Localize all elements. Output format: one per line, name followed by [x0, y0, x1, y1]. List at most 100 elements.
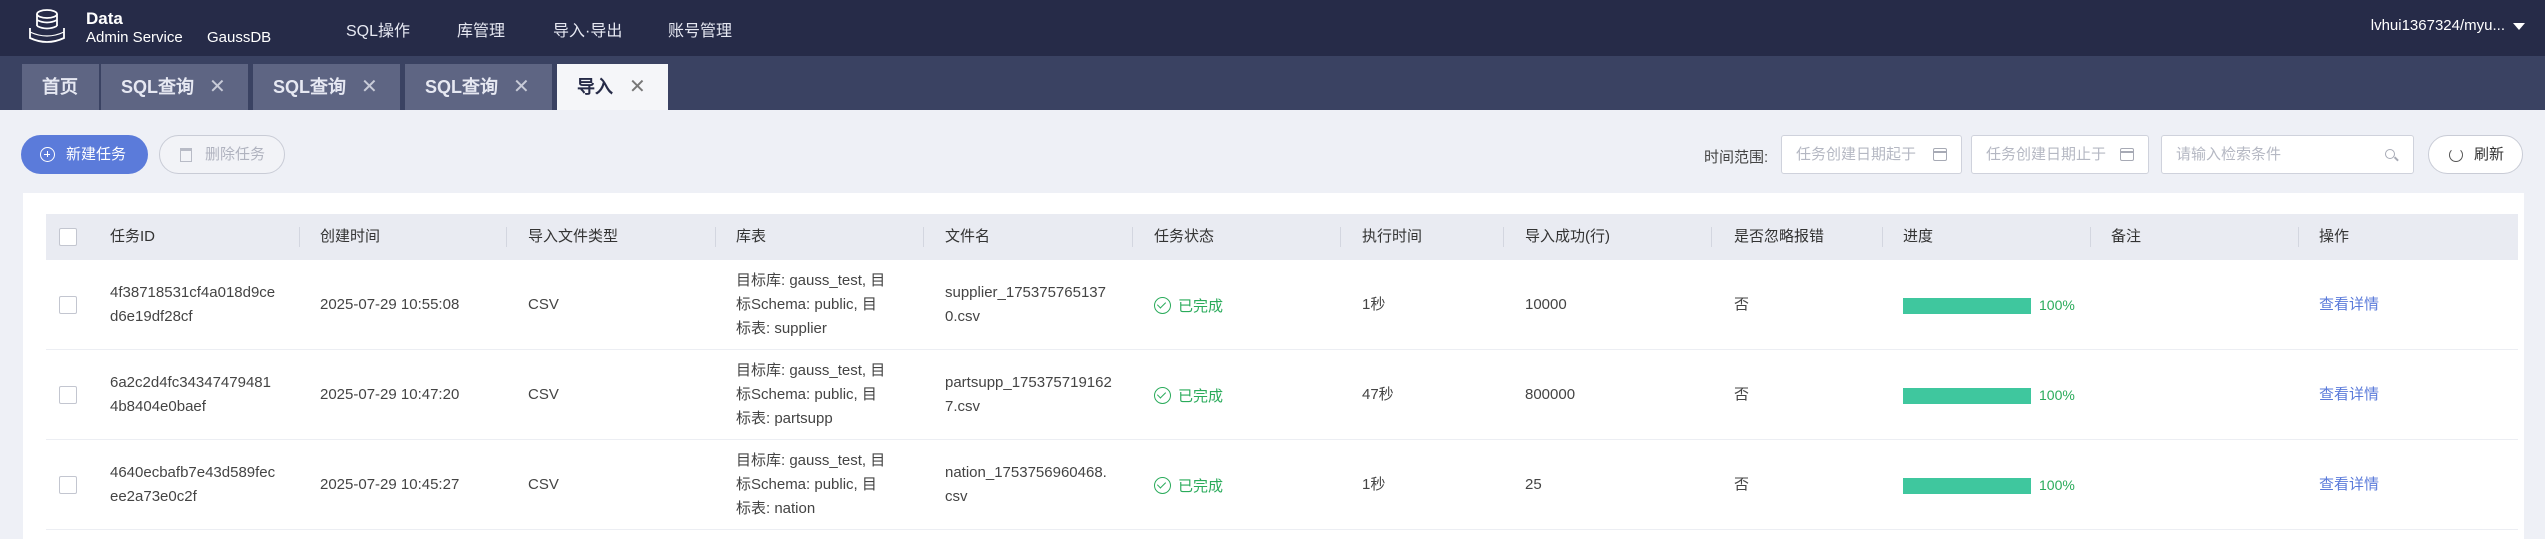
user-name: lvhui1367324/myu...: [2370, 17, 2505, 34]
brand-title: Data: [86, 9, 123, 28]
task-id: 6a2c2d4fc34347479481 4b8404e0baef: [110, 374, 271, 415]
close-icon[interactable]: ✕: [513, 64, 530, 110]
col-exec-time: 执行时间: [1362, 228, 1423, 245]
library-table: 目标库: gauss_test, 目标Schema: public, 目标表: …: [736, 452, 886, 517]
tab-sql-query-3[interactable]: SQL查询 ✕: [405, 64, 552, 110]
created-time: 2025-07-29 10:55:08: [320, 296, 460, 313]
created-time: 2025-07-29 10:45:27: [320, 476, 460, 493]
view-details-link[interactable]: 查看详情: [2319, 293, 2379, 314]
tab-label: SQL查询: [273, 77, 347, 97]
search-icon: [2385, 149, 2395, 159]
column-divider: [299, 227, 300, 247]
progress-bar: [1903, 478, 2031, 494]
status-badge: 已完成: [1154, 475, 1223, 496]
file-type: CSV: [528, 476, 559, 493]
progress-bar: [1903, 388, 2031, 404]
refresh-icon: [2449, 148, 2463, 162]
exec-time: 1秒: [1362, 296, 1386, 313]
status-badge: 已完成: [1154, 295, 1223, 316]
plus-circle-icon: [40, 147, 55, 162]
close-icon[interactable]: ✕: [209, 64, 226, 110]
table-header: 任务ID 创建时间 导入文件类型 库表 文件名 任务状态 执行时间 导入成功(行…: [46, 214, 2518, 260]
tab-home[interactable]: 首页: [22, 64, 99, 110]
start-date-input[interactable]: [1796, 136, 1936, 173]
start-date-field[interactable]: [1781, 135, 1962, 174]
tab-label: SQL查询: [121, 77, 195, 97]
close-icon[interactable]: ✕: [629, 64, 646, 110]
file-type: CSV: [528, 296, 559, 313]
refresh-label: 刷新: [2474, 146, 2505, 163]
ignore-error: 否: [1734, 476, 1750, 493]
library-table: 目标库: gauss_test, 目标Schema: public, 目标表: …: [736, 272, 886, 337]
nav-sql-operation[interactable]: SQL操作: [346, 17, 410, 41]
column-divider: [1711, 227, 1712, 247]
brand-db-name: GaussDB: [207, 29, 272, 46]
tab-import[interactable]: 导入 ✕: [557, 64, 668, 110]
status-badge: 已完成: [1154, 385, 1223, 406]
tab-label: 首页: [42, 77, 78, 97]
col-remark: 备注: [2111, 228, 2142, 245]
row-checkbox[interactable]: [59, 296, 77, 314]
calendar-icon: [1933, 148, 1947, 161]
view-details-link[interactable]: 查看详情: [2319, 383, 2379, 404]
column-divider: [2090, 227, 2091, 247]
select-all-checkbox[interactable]: [59, 228, 77, 246]
top-bar: Data Admin Service GaussDB SQL操作 库管理 导入·…: [0, 0, 2545, 56]
tab-label: SQL查询: [425, 77, 499, 97]
progress-fill: [1903, 478, 2031, 494]
close-icon[interactable]: ✕: [361, 64, 378, 110]
nav-library-management[interactable]: 库管理: [457, 17, 505, 41]
end-date-field[interactable]: [1971, 135, 2149, 174]
column-divider: [923, 227, 924, 247]
delete-task-button[interactable]: 删除任务: [159, 135, 285, 174]
new-task-button[interactable]: 新建任务: [21, 135, 148, 174]
nav-account-management[interactable]: 账号管理: [668, 17, 732, 41]
col-success-rows: 导入成功(行): [1525, 228, 1610, 245]
tab-sql-query-1[interactable]: SQL查询 ✕: [101, 64, 248, 110]
progress-fill: [1903, 298, 2031, 314]
new-task-label: 新建任务: [66, 146, 127, 163]
col-task-id: 任务ID: [110, 228, 156, 245]
col-file-name: 文件名: [945, 228, 991, 245]
progress-text: 100%: [2039, 477, 2075, 493]
col-progress: 进度: [1903, 228, 1934, 245]
search-field[interactable]: [2161, 135, 2414, 174]
progress-fill: [1903, 388, 2031, 404]
tab-label: 导入: [577, 77, 613, 97]
col-action: 操作: [2319, 228, 2350, 245]
col-library-table: 库表: [736, 228, 767, 245]
end-date-input[interactable]: [1986, 136, 2126, 173]
column-divider: [1132, 227, 1133, 247]
calendar-icon: [2120, 148, 2134, 161]
progress-text: 100%: [2039, 297, 2075, 313]
database-icon: [29, 9, 65, 43]
created-time: 2025-07-29 10:47:20: [320, 386, 460, 403]
table-row: 4f38718531cf4a018d9ce d6e19df28cf 2025-07…: [46, 260, 2518, 350]
check-circle-icon: [1154, 297, 1171, 314]
column-divider: [715, 227, 716, 247]
refresh-button[interactable]: 刷新: [2428, 135, 2523, 174]
progress-bar: [1903, 298, 2031, 314]
table-row: 6a2c2d4fc34347479481 4b8404e0baef 2025-07…: [46, 350, 2518, 440]
view-details-link[interactable]: 查看详情: [2319, 473, 2379, 494]
check-circle-icon: [1154, 387, 1171, 404]
search-input[interactable]: [2176, 136, 2376, 173]
row-checkbox[interactable]: [59, 476, 77, 494]
nav-import-export[interactable]: 导入·导出: [553, 17, 622, 41]
success-rows: 800000: [1525, 386, 1576, 403]
row-checkbox[interactable]: [59, 386, 77, 404]
column-divider: [1340, 227, 1341, 247]
progress-text: 100%: [2039, 387, 2075, 403]
file-type: CSV: [528, 386, 559, 403]
exec-time: 1秒: [1362, 476, 1386, 493]
col-file-type: 导入文件类型: [528, 228, 619, 245]
file-name: supplier_175375765137 0.csv: [945, 284, 1106, 325]
file-name: partsupp_175375719162 7.csv: [945, 374, 1112, 415]
delete-task-label: 删除任务: [205, 146, 266, 163]
tab-sql-query-2[interactable]: SQL查询 ✕: [253, 64, 400, 110]
success-rows: 10000: [1525, 296, 1567, 313]
task-id: 4640ecbafb7e43d589fec ee2a73e0c2f: [110, 464, 276, 505]
ignore-error: 否: [1734, 296, 1750, 313]
user-menu[interactable]: lvhui1367324/myu...: [2371, 17, 2525, 34]
column-divider: [2298, 227, 2299, 247]
